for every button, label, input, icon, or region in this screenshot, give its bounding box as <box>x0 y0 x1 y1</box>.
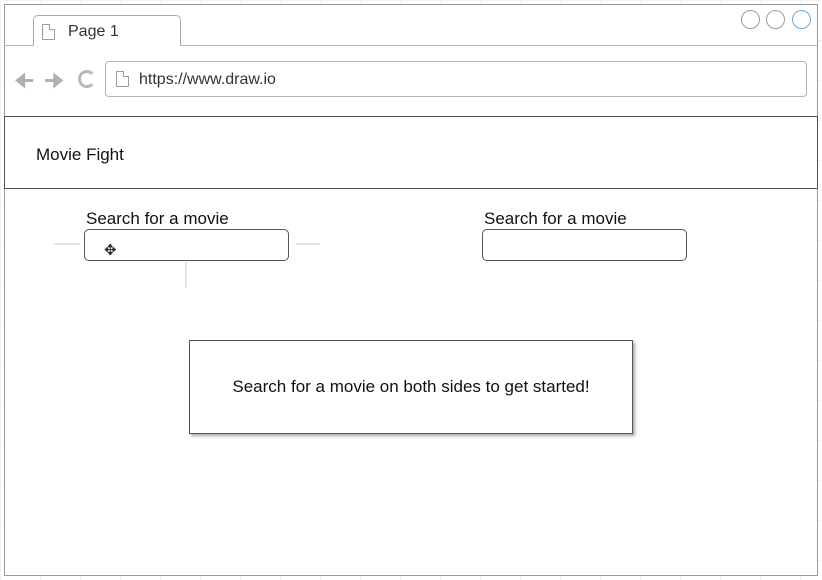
url-text: https://www.draw.io <box>139 71 276 88</box>
page-icon <box>116 71 129 87</box>
right-search-label: Search for a movie <box>484 209 627 228</box>
forward-arrow-icon[interactable]: 🠊 <box>44 70 64 92</box>
message-text: Search for a movie on both sides to get … <box>232 377 590 396</box>
message-box: Search for a movie on both sides to get … <box>189 340 633 434</box>
browser-tab[interactable]: Page 1 <box>33 15 181 46</box>
window-control-circle-2[interactable] <box>766 10 785 29</box>
guide-handle-bottom <box>185 262 187 288</box>
tab-label: Page 1 <box>68 23 119 40</box>
page-icon <box>42 24 55 40</box>
move-cursor-icon: ✥ <box>104 242 117 259</box>
app-header: Movie Fight <box>4 116 818 189</box>
back-arrow-icon[interactable]: 🠈 <box>14 70 34 92</box>
address-bar[interactable]: https://www.draw.io <box>105 61 807 97</box>
right-search-input[interactable] <box>482 229 687 261</box>
reload-icon[interactable] <box>78 70 96 88</box>
guide-handle-right <box>296 243 320 245</box>
left-search-label: Search for a movie <box>86 209 229 228</box>
window-control-circle-3[interactable] <box>792 10 811 29</box>
window-control-circle-1[interactable] <box>741 10 760 29</box>
guide-handle-left <box>54 243 80 245</box>
app-title: Movie Fight <box>36 145 124 164</box>
